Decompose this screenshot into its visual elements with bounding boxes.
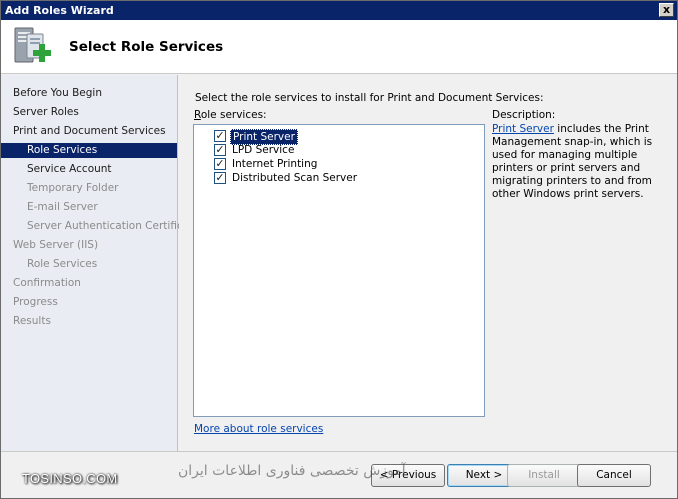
nav-step-print-document-services[interactable]: Print and Document Services (1, 124, 177, 139)
cancel-button[interactable]: Cancel (577, 464, 651, 487)
role-services-list[interactable]: ✓ Print Server ✓ LPD Service ✓ Internet … (193, 124, 485, 417)
role-service-label: Internet Printing (232, 158, 318, 170)
close-icon[interactable]: x (659, 3, 674, 17)
checkbox-print-server[interactable]: ✓ (214, 130, 226, 142)
main-content: Select the role services to install for … (179, 75, 677, 451)
nav-step-server-roles[interactable]: Server Roles (1, 105, 177, 120)
role-services-label: Role services: (194, 109, 267, 121)
role-services-label-text: ole services: (200, 109, 267, 121)
nav-step-results: Results (13, 315, 51, 327)
more-about-role-services-link[interactable]: More about role services (194, 423, 323, 435)
nav-step-progress: Progress (13, 296, 58, 308)
watermark-tagline: آموزش تخصصی فناوری اطلاعات ایران (178, 463, 406, 479)
wizard-steps-nav: Before You Begin Server Roles Print and … (1, 75, 200, 498)
description-text: Print Server includes the Print Manageme… (492, 123, 668, 201)
role-service-label: LPD Service (232, 144, 295, 156)
server-role-add-icon (14, 27, 51, 63)
window-title: Add Roles Wizard (5, 4, 114, 17)
watermark-site: TOSINSO.COM (22, 471, 118, 486)
description-heading: Description: (492, 109, 556, 121)
nav-step-web-server: Web Server (IIS) (13, 239, 99, 251)
add-roles-wizard-window: Add Roles Wizard x Select Role Services … (0, 0, 678, 499)
print-server-link[interactable]: Print Server (492, 123, 554, 135)
page-title: Select Role Services (69, 39, 224, 55)
install-button: Install (507, 464, 581, 487)
checkbox-distributed-scan-server[interactable]: ✓ (214, 172, 226, 184)
checkbox-lpd-service[interactable]: ✓ (214, 144, 226, 156)
nav-step-role-services[interactable]: Role Services (1, 143, 177, 158)
accelerator-key: R (194, 109, 201, 121)
nav-step-email-server: E-mail Server (27, 201, 98, 213)
nav-step-service-account[interactable]: Service Account (1, 162, 177, 177)
instruction-text: Select the role services to install for … (195, 92, 544, 104)
nav-step-confirmation: Confirmation (13, 277, 81, 289)
wizard-header: Select Role Services (1, 20, 677, 74)
nav-step-server-auth-certificate: Server Authentication Certificate (27, 220, 200, 232)
checkbox-internet-printing[interactable]: ✓ (214, 158, 226, 170)
title-bar[interactable]: Add Roles Wizard x (1, 1, 677, 20)
nav-step-before-you-begin[interactable]: Before You Begin (1, 86, 177, 101)
nav-step-temporary-folder: Temporary Folder (27, 182, 119, 194)
nav-step-web-role-services: Role Services (27, 258, 98, 270)
role-service-label: Distributed Scan Server (232, 172, 358, 184)
